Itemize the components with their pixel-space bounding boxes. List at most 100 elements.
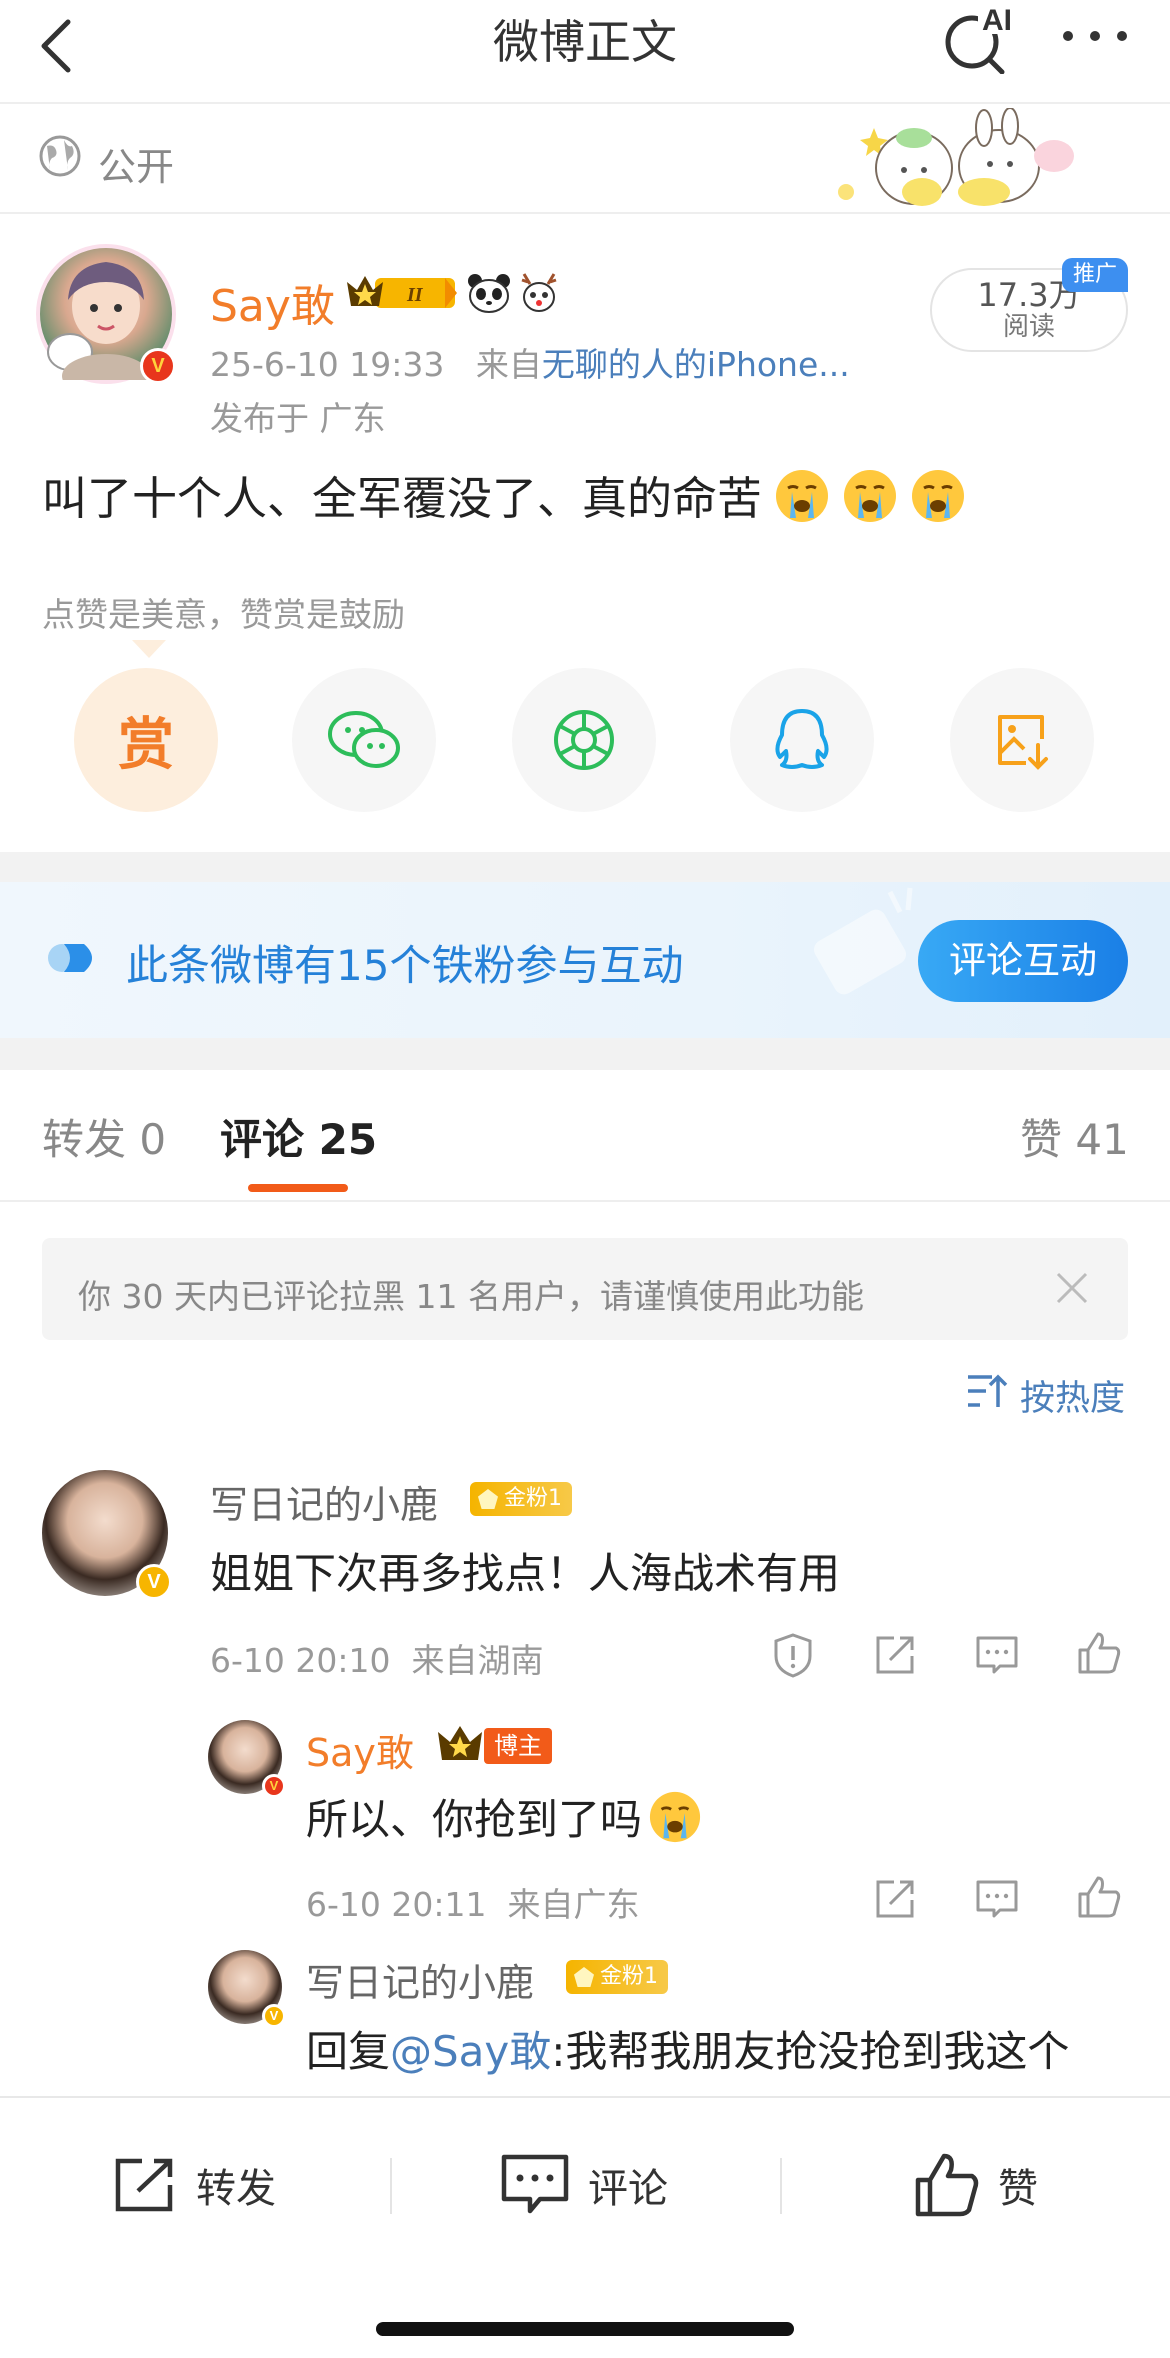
tab-like[interactable]: 赞 41 <box>1020 1106 1129 1167</box>
like-button[interactable]: 赞 <box>914 2152 1038 2218</box>
post-meta: 25-6-10 19:33 来自无聊的人的iPhone... <box>210 338 850 386</box>
ai-search-icon[interactable]: AI <box>938 4 1018 74</box>
tab-repost[interactable]: 转发 0 <box>42 1106 166 1167</box>
visibility-bar: 公开 <box>0 104 1170 214</box>
source-prefix: 来自 <box>475 345 542 384</box>
deer-icon <box>521 273 557 312</box>
share-row: 赏 <box>0 668 1170 818</box>
reply-text: 回复@Say敢:我帮我朋友抢没抢到我这个 <box>306 2027 1070 2076</box>
svg-text:II: II <box>406 284 424 306</box>
verified-badge: V <box>262 2004 286 2028</box>
promo-tag[interactable]: 推广 <box>1062 258 1128 292</box>
panda-icon <box>468 274 510 313</box>
comment-location: 来自湖南 <box>411 1641 544 1680</box>
reward-icon: 赏 <box>118 712 174 778</box>
crown-level-badge-icon: II <box>347 276 457 308</box>
bar-separator <box>780 2158 782 2214</box>
comment-text: 姐姐下次再多找点！人海战术有用 <box>210 1549 841 1598</box>
comment-icon[interactable] <box>974 1876 1020 1922</box>
tab-active-indicator <box>248 1184 348 1192</box>
commenter-name[interactable]: 写日记的小鹿 <box>210 1474 438 1529</box>
sort-by-hot[interactable]: 按热度 <box>1020 1370 1125 1421</box>
repost-icon <box>115 2158 173 2212</box>
reward-button[interactable]: 赏 <box>74 668 218 812</box>
comment-meta: 6-10 20:10 来自湖南 <box>210 1634 543 1682</box>
crying-emoji-icon <box>912 470 965 522</box>
post-source[interactable]: 无聊的人的iPhone... <box>542 345 850 384</box>
moments-icon <box>554 710 614 770</box>
decorative-sticker-icon <box>838 108 1074 206</box>
repost-label: 转发 <box>196 2166 276 2212</box>
notice-text: 你 30 天内已评论拉黑 11 名用户，请谨慎使用此功能 <box>78 1277 864 1316</box>
bottom-action-bar: 转发 评论 赞 <box>0 2096 1170 2358</box>
reward-tip: 点赞是美意，赞赏是鼓励 <box>42 595 405 634</box>
wechat-icon <box>328 711 400 768</box>
section-divider <box>0 1038 1170 1070</box>
crying-emoji-icon <box>776 470 829 522</box>
verified-badge: V <box>140 348 176 384</box>
like-bar-icon <box>915 2153 979 2217</box>
report-icon[interactable] <box>770 1632 816 1678</box>
comment-label: 评论 <box>588 2166 668 2212</box>
reply-avatar[interactable]: V <box>208 1950 286 2028</box>
repost-button[interactable]: 转发 <box>112 2152 276 2218</box>
fans-banner-text: 此条微博有15个铁粉参与互动 <box>126 941 684 990</box>
crying-emoji-icon <box>649 1791 701 1843</box>
comment-bar-icon <box>501 2154 569 2214</box>
post-location: 发布于 广东 <box>210 399 386 438</box>
reply-author-name[interactable]: 写日记的小鹿 <box>306 1952 534 2007</box>
fans-banner: 此条微博有15个铁粉参与互动 评论互动 <box>0 882 1170 1038</box>
like-icon[interactable] <box>1076 1874 1122 1920</box>
author-name[interactable]: Say敢 <box>210 270 335 334</box>
read-count-label: 阅读 <box>1002 312 1055 342</box>
comment-time: 6-10 20:10 <box>210 1641 391 1680</box>
reply-avatar[interactable]: V <box>208 1720 286 1798</box>
mention-link[interactable]: @Say敢 <box>390 2027 551 2076</box>
reply-time: 6-10 20:11 <box>306 1885 487 1924</box>
like-label: 赞 <box>998 2166 1038 2212</box>
reply-text: 所以、你抢到了吗 <box>306 1786 702 1847</box>
section-divider <box>0 852 1170 882</box>
qq-icon <box>775 709 829 769</box>
comment-button[interactable]: 评论 <box>500 2152 668 2218</box>
block-notice: 你 30 天内已评论拉黑 11 名用户，请谨慎使用此功能 <box>42 1238 1128 1340</box>
gold-fan-badge: 金粉1 <box>470 1482 572 1516</box>
share-icon[interactable] <box>872 1632 918 1678</box>
crying-emoji-icon <box>844 470 897 522</box>
comment-interaction-button[interactable]: 评论互动 <box>918 920 1128 1002</box>
commenter-avatar[interactable]: V <box>42 1470 172 1600</box>
post-text: 叫了十个人、全军覆没了、真的命苦 <box>42 472 763 525</box>
share-qq-button[interactable] <box>730 668 874 812</box>
share-wechat-button[interactable] <box>292 668 436 812</box>
comment-icon[interactable] <box>974 1632 1020 1678</box>
ai-label: AI <box>982 4 1012 37</box>
reply-author-name[interactable]: Say敢 <box>306 1722 414 1777</box>
save-image-button[interactable] <box>950 668 1094 812</box>
close-icon[interactable] <box>1052 1268 1092 1308</box>
bar-separator <box>390 2158 392 2214</box>
post-body: 叫了十个人、全军覆没了、真的命苦 <box>42 468 966 529</box>
post-tabs: 转发 0 评论 25 赞 41 <box>0 1070 1170 1202</box>
gold-fan-badge: 金粉1 <box>566 1960 668 1994</box>
verified-badge: V <box>262 1774 286 1798</box>
tab-comment[interactable]: 评论 25 <box>220 1106 377 1167</box>
more-options-icon[interactable] <box>1060 26 1130 46</box>
author-avatar[interactable]: V <box>36 244 176 384</box>
like-icon[interactable] <box>1076 1630 1122 1676</box>
nav-header: 微博正文 AI <box>0 0 1170 104</box>
author-host-badge: 博主 <box>484 1728 552 1764</box>
tip-caret-icon <box>132 640 166 658</box>
share-moments-button[interactable] <box>512 668 656 812</box>
save-image-icon <box>998 715 1048 770</box>
reply-location: 来自广东 <box>507 1885 640 1924</box>
visibility-label: 公开 <box>98 145 175 189</box>
verified-badge: V <box>136 1564 172 1600</box>
home-indicator <box>376 2322 794 2336</box>
sort-icon[interactable] <box>966 1373 1008 1409</box>
reply-meta: 6-10 20:11 来自广东 <box>306 1878 639 1926</box>
crown-icon <box>438 1726 482 1760</box>
share-icon[interactable] <box>872 1876 918 1922</box>
fans-logo-icon <box>48 944 92 972</box>
post-time: 25-6-10 19:33 <box>210 345 445 384</box>
globe-icon <box>39 135 81 177</box>
